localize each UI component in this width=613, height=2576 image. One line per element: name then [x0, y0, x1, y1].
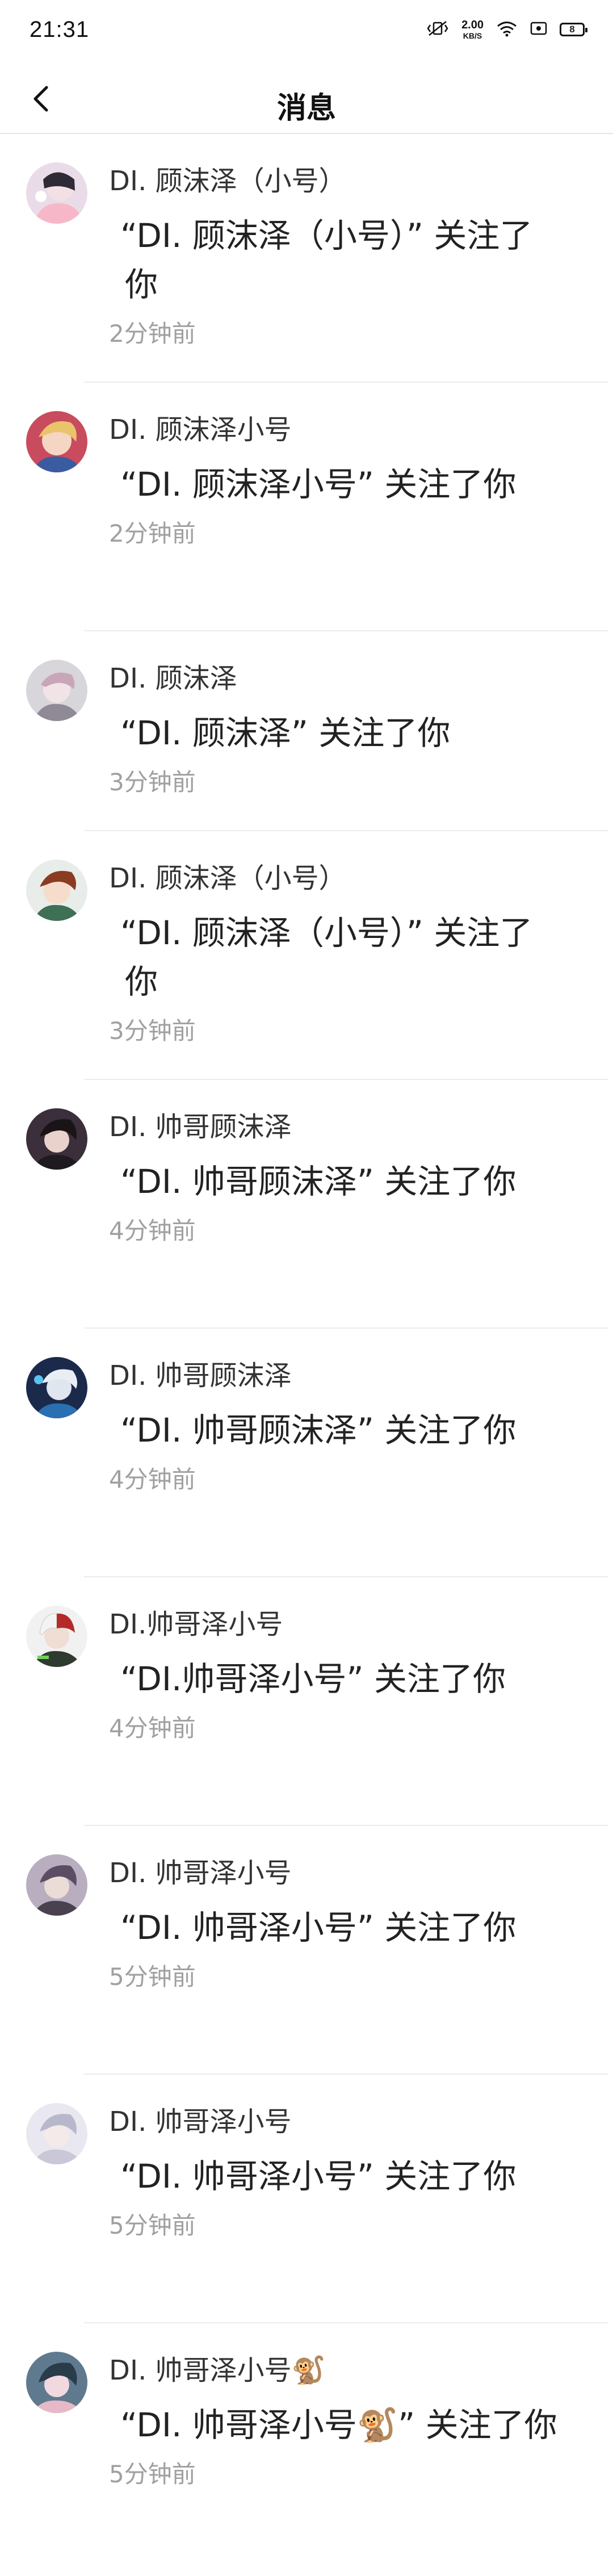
message-time: 3分钟前 [109, 768, 196, 797]
message-time: 5分钟前 [109, 1963, 196, 1991]
sender-name: DI. 帅哥顾沫泽 [109, 1111, 292, 1143]
message-item[interactable]: DI. 帅哥顾沫泽 “DI. 帅哥顾沫泽” 关注了你 4分钟前 [0, 1329, 613, 1577]
message-text: “DI. 顾沫泽” 关注了你 [120, 714, 451, 753]
message-text: “DI. 帅哥泽小号🐒” 关注了你 [120, 2406, 557, 2445]
message-text: “DI. 帅哥泽小号” 关注了你 [120, 2157, 517, 2196]
message-text: “DI. 帅哥泽小号” 关注了你 [120, 1908, 517, 1947]
status-icons: 2.00 KB/S 8 [426, 19, 587, 40]
avatar[interactable] [26, 1606, 87, 1667]
message-item[interactable]: DI. 帅哥泽小号 “DI. 帅哥泽小号” 关注了你 5分钟前 [0, 1826, 613, 2075]
message-text: “DI.帅哥泽小号” 关注了你 [120, 1660, 506, 1699]
message-text: “DI. 帅哥顾沫泽” 关注了你 [120, 1411, 517, 1450]
network-speed-value: 2.00 [461, 19, 484, 31]
avatar[interactable] [26, 1854, 87, 1916]
avatar[interactable] [26, 660, 87, 721]
sender-name: DI. 顾沫泽 [109, 663, 237, 694]
network-speed: 2.00 KB/S [461, 19, 484, 40]
sender-name: DI. 顾沫泽小号 [109, 414, 292, 446]
message-time: 2分钟前 [109, 320, 196, 348]
message-item[interactable]: DI. 顾沫泽（小号） “DI. 顾沫泽（小号）” 关注了你 2分钟前 [0, 134, 613, 383]
message-text: “DI. 顾沫泽（小号）” 关注了你 [120, 216, 533, 304]
avatar[interactable] [26, 1357, 87, 1418]
network-speed-unit: KB/S [463, 31, 482, 40]
message-item[interactable]: DI. 帅哥泽小号🐒 “DI. 帅哥泽小号🐒” 关注了你 5分钟前 [0, 2323, 613, 2572]
page-title: 消息 [276, 91, 336, 125]
status-bar: 21:31 2.00 KB/S 8 [0, 0, 613, 68]
header: 消息 [0, 68, 613, 134]
message-text: “DI. 顾沫泽小号” 关注了你 [120, 465, 517, 504]
sender-name: DI. 帅哥泽小号 [109, 1857, 292, 1889]
sender-name: DI. 帅哥泽小号🐒 [109, 2355, 326, 2386]
wifi-icon [496, 20, 518, 39]
message-time: 4分钟前 [109, 1714, 196, 1743]
sender-name: DI. 帅哥顾沫泽 [109, 1360, 292, 1392]
sender-name: DI. 顾沫泽（小号） [109, 862, 346, 894]
status-time: 21:31 [30, 17, 90, 42]
avatar[interactable] [26, 2103, 87, 2164]
message-time: 4分钟前 [109, 1465, 196, 1494]
avatar[interactable] [26, 860, 87, 921]
message-item[interactable]: DI. 顾沫泽小号 “DI. 顾沫泽小号” 关注了你 2分钟前 [0, 383, 613, 631]
message-item[interactable]: DI. 帅哥顾沫泽 “DI. 帅哥顾沫泽” 关注了你 4分钟前 [0, 1080, 613, 1329]
message-time: 4分钟前 [109, 1217, 196, 1245]
message-time: 5分钟前 [109, 2211, 196, 2240]
avatar[interactable] [26, 162, 87, 224]
message-text: “DI. 帅哥顾沫泽” 关注了你 [120, 1162, 517, 1201]
avatar[interactable] [26, 1108, 87, 1170]
battery-indicator: 8 [560, 23, 587, 36]
avatar[interactable] [26, 411, 87, 472]
message-list: DI. 顾沫泽（小号） “DI. 顾沫泽（小号）” 关注了你 2分钟前 DI. … [0, 134, 613, 2572]
message-time: 3分钟前 [109, 1017, 196, 1045]
battery-level: 8 [569, 24, 575, 35]
vibrate-icon [426, 20, 449, 39]
sender-name: DI. 帅哥泽小号 [109, 2106, 292, 2138]
message-time: 5分钟前 [109, 2460, 196, 2489]
message-item[interactable]: DI. 顾沫泽（小号） “DI. 顾沫泽（小号）” 关注了你 3分钟前 [0, 831, 613, 1080]
screen-record-icon [530, 21, 547, 38]
message-item[interactable]: DI.帅哥泽小号 “DI.帅哥泽小号” 关注了你 4分钟前 [0, 1577, 613, 1826]
message-text: “DI. 顾沫泽（小号）” 关注了你 [120, 914, 533, 1002]
sender-name: DI.帅哥泽小号 [109, 1609, 283, 1640]
sender-name: DI. 顾沫泽（小号） [109, 165, 346, 197]
avatar[interactable] [26, 2352, 87, 2413]
message-time: 2分钟前 [109, 520, 196, 548]
message-item[interactable]: DI. 帅哥泽小号 “DI. 帅哥泽小号” 关注了你 5分钟前 [0, 2075, 613, 2323]
message-item[interactable]: DI. 顾沫泽 “DI. 顾沫泽” 关注了你 3分钟前 [0, 631, 613, 831]
